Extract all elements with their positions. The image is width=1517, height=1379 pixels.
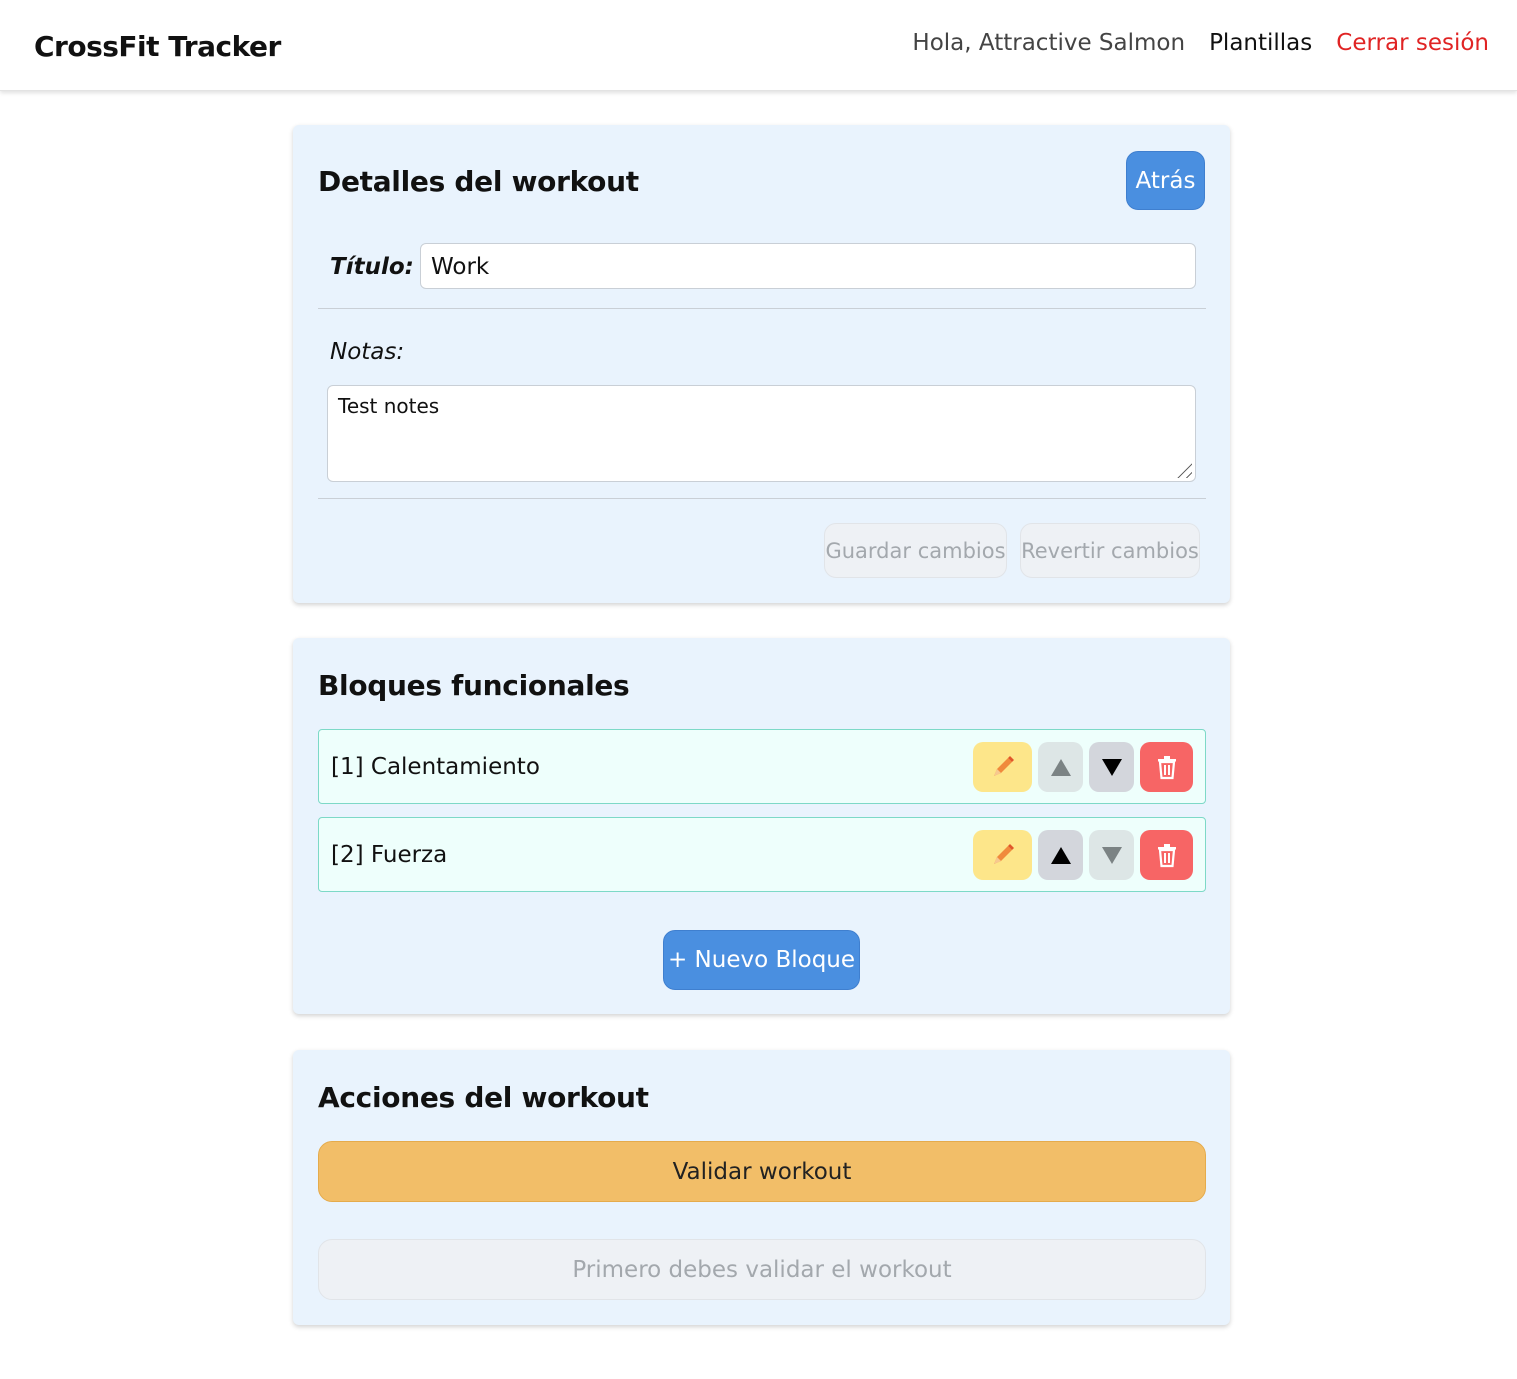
- workout-actions-card: Acciones del workout Validar workout Pri…: [293, 1050, 1230, 1325]
- arrow-down-icon: [1101, 758, 1122, 776]
- disabled-finish-button[interactable]: Primero debes validar el workout: [318, 1239, 1206, 1300]
- arrow-up-icon: [1050, 846, 1071, 864]
- delete-block-button[interactable]: [1140, 830, 1193, 880]
- templates-link[interactable]: Plantillas: [1209, 30, 1312, 56]
- revert-changes-button[interactable]: Revertir cambios: [1020, 523, 1200, 578]
- arrow-down-icon: [1101, 846, 1122, 864]
- save-changes-button[interactable]: Guardar cambios: [824, 523, 1007, 578]
- actions-title: Acciones del workout: [318, 1081, 649, 1114]
- edit-block-button[interactable]: [973, 830, 1032, 880]
- edit-block-button[interactable]: [973, 742, 1032, 792]
- pencil-icon: [993, 756, 1014, 776]
- notes-text: Test notes: [338, 394, 440, 418]
- arrow-up-icon: [1050, 758, 1071, 776]
- title-label: Título:: [330, 254, 414, 280]
- divider: [318, 498, 1206, 499]
- workout-details-card: Detalles del workout Atrás Título: Work …: [293, 125, 1230, 603]
- delete-block-button[interactable]: [1140, 742, 1193, 792]
- trash-icon: [1157, 844, 1176, 868]
- nav-links: Hola, Attractive Salmon Plantillas Cerra…: [912, 30, 1489, 56]
- functional-blocks-card: Bloques funcionales [1] Calentamiento [2…: [293, 638, 1230, 1014]
- block-row: [2] Fuerza: [318, 817, 1206, 892]
- user-greeting: Hola, Attractive Salmon: [912, 30, 1186, 56]
- blocks-title: Bloques funcionales: [318, 669, 630, 702]
- back-button[interactable]: Atrás: [1126, 151, 1205, 210]
- title-input[interactable]: Work: [420, 243, 1196, 289]
- notes-textarea[interactable]: Test notes: [327, 385, 1196, 482]
- divider: [318, 308, 1206, 309]
- details-title: Detalles del workout: [318, 165, 639, 198]
- move-down-button[interactable]: [1089, 830, 1134, 880]
- logout-link[interactable]: Cerrar sesión: [1336, 30, 1489, 56]
- brand-logo[interactable]: CrossFit Tracker: [34, 30, 281, 63]
- move-down-button[interactable]: [1089, 742, 1134, 792]
- notes-label: Notas:: [330, 339, 405, 365]
- block-label: [1] Calentamiento: [331, 754, 540, 780]
- new-block-button[interactable]: + Nuevo Bloque: [663, 930, 860, 990]
- pencil-icon: [993, 844, 1014, 864]
- block-label: [2] Fuerza: [331, 842, 448, 868]
- trash-icon: [1157, 756, 1176, 780]
- block-row: [1] Calentamiento: [318, 729, 1206, 804]
- navbar: CrossFit Tracker Hola, Attractive Salmon…: [0, 0, 1517, 91]
- move-up-button[interactable]: [1038, 742, 1083, 792]
- resize-grip-icon[interactable]: [1174, 460, 1192, 478]
- validate-workout-button[interactable]: Validar workout: [318, 1141, 1206, 1202]
- move-up-button[interactable]: [1038, 830, 1083, 880]
